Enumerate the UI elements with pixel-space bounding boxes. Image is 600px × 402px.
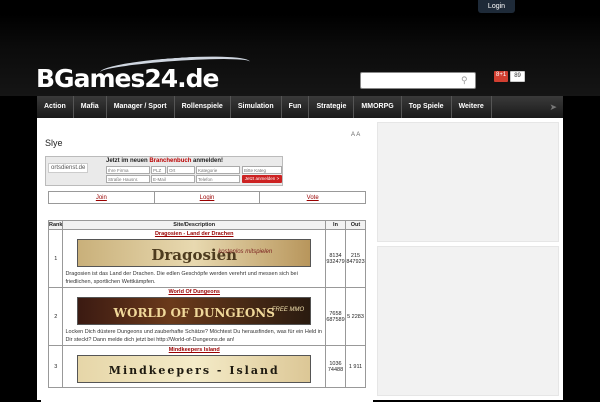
content-area: Slye A A ortsdienst.de Jetzt im neuen Br… — [37, 118, 563, 402]
gplus-count: 89 — [510, 71, 525, 82]
nav-item-action[interactable]: Action — [37, 96, 74, 118]
rank-cell: 2 — [47, 287, 64, 346]
sidebar — [377, 122, 559, 400]
page-title: Slye — [45, 138, 63, 148]
social-buttons: 8+1 89 — [494, 71, 525, 82]
nav-item-fun[interactable]: Fun — [282, 96, 310, 118]
site-banner[interactable]: Mindkeepers - Island — [77, 355, 312, 383]
out-cell: 215 847923 — [345, 229, 366, 288]
ranking-table: Rank Site/Description In Out 1 Dragosien… — [47, 220, 366, 388]
vote-link[interactable]: Vote — [260, 192, 365, 203]
main-column: Slye A A ortsdienst.de Jetzt im neuen Br… — [41, 122, 373, 402]
login-button[interactable]: Login — [478, 0, 515, 13]
nav-item-simulation[interactable]: Simulation — [231, 96, 282, 118]
rank-cell: 1 — [47, 229, 64, 288]
site-banner[interactable]: Dragosien kostenlos mitspielen — [77, 239, 312, 267]
join-link[interactable]: Join — [49, 192, 155, 203]
sidebar-box — [377, 246, 559, 396]
in-header: In — [325, 220, 346, 230]
site-header: Site/Description — [62, 220, 326, 230]
in-cell: 7658 687589 — [325, 287, 346, 346]
site-cell: Dragosien - Land der Drachen Dragosien k… — [62, 229, 326, 288]
ad-field-firma[interactable]: Ihre Firma — [106, 166, 150, 174]
banner-subtitle: FREE MMO — [271, 307, 305, 313]
site-description: Locken Dich düstere Dungeons und zauberh… — [65, 329, 322, 343]
share-icon[interactable]: ➤ — [549, 102, 563, 113]
table-row: 3 Mindkeepers Island Mindkeepers - Islan… — [47, 345, 366, 388]
site-name-link[interactable]: Mindkeepers Island — [65, 347, 323, 353]
site-logo[interactable]: BGames24.de — [36, 64, 219, 93]
login-link[interactable]: Login — [155, 192, 261, 203]
ad-logo: ortsdienst.de — [48, 163, 89, 173]
branchenbuch-ad[interactable]: ortsdienst.de Jetzt im neuen Branchenbuc… — [45, 156, 283, 186]
toplist-links: Join Login Vote — [48, 191, 366, 204]
ad-select-kategorie[interactable]: Bitte Kateg — [242, 166, 282, 174]
ad-field-kategorie[interactable]: Kategorie — [196, 166, 240, 174]
ad-field-telefon[interactable]: Telefon — [196, 175, 240, 183]
gplus-button[interactable]: 8+1 — [494, 71, 509, 82]
in-cell: 1036 74488 — [325, 345, 346, 388]
table-row: 2 World Of Dungeons WORLD OF DUNGEONS FR… — [47, 287, 366, 346]
nav-item-strategie[interactable]: Strategie — [309, 96, 355, 118]
top-bar: Login — [0, 0, 600, 14]
out-cell: 1 911 — [345, 345, 366, 388]
nav-item-mmorpg[interactable]: MMORPG — [354, 96, 402, 118]
rank-cell: 3 — [47, 345, 64, 388]
font-size-icons[interactable]: A A — [351, 132, 360, 138]
search-input[interactable]: ⚲ — [360, 72, 476, 89]
in-cell: 8134 932479 — [325, 229, 346, 288]
rank-header: Rank — [47, 220, 64, 230]
nav-item-top-spiele[interactable]: Top Spiele — [402, 96, 452, 118]
out-cell: 5 2283 — [345, 287, 366, 346]
main-nav: Action Mafia Manager / Sport Rollenspiel… — [37, 96, 563, 118]
nav-item-manager-sport[interactable]: Manager / Sport — [107, 96, 175, 118]
nav-item-rollenspiele[interactable]: Rollenspiele — [175, 96, 231, 118]
ad-field-ort[interactable]: Ort — [167, 166, 195, 174]
ad-field-email[interactable]: E-Mail — [151, 175, 195, 183]
out-header: Out — [345, 220, 366, 230]
site-cell: World Of Dungeons WORLD OF DUNGEONS FREE… — [62, 287, 326, 346]
banner-subtitle: kostenlos mitspielen — [218, 249, 273, 255]
ad-submit-button[interactable]: Jetzt anmelden > — [242, 175, 282, 183]
ad-field-strasse[interactable]: Straße Hausnr. — [106, 175, 150, 183]
nav-item-mafia[interactable]: Mafia — [74, 96, 107, 118]
ad-headline: Jetzt im neuen Branchenbuch anmelden! — [106, 158, 224, 164]
ad-field-plz[interactable]: PLZ — [151, 166, 166, 174]
table-header-row: Rank Site/Description In Out — [47, 220, 366, 230]
site-cell: Mindkeepers Island Mindkeepers - Island — [62, 345, 326, 388]
banner-title: Dragosien — [151, 246, 238, 264]
search-icon[interactable]: ⚲ — [461, 75, 471, 85]
banner-title: Mindkeepers - Island — [108, 364, 280, 377]
sidebar-box — [377, 122, 559, 242]
site-description: Dragosien ist das Land der Drachen. Die … — [65, 271, 298, 285]
site-name-link[interactable]: Dragosien - Land der Drachen — [65, 231, 323, 237]
site-name-link[interactable]: World Of Dungeons — [65, 289, 323, 295]
table-row: 1 Dragosien - Land der Drachen Dragosien… — [47, 229, 366, 288]
nav-item-weitere[interactable]: Weitere — [452, 96, 492, 118]
site-banner[interactable]: WORLD OF DUNGEONS FREE MMO — [77, 297, 312, 325]
